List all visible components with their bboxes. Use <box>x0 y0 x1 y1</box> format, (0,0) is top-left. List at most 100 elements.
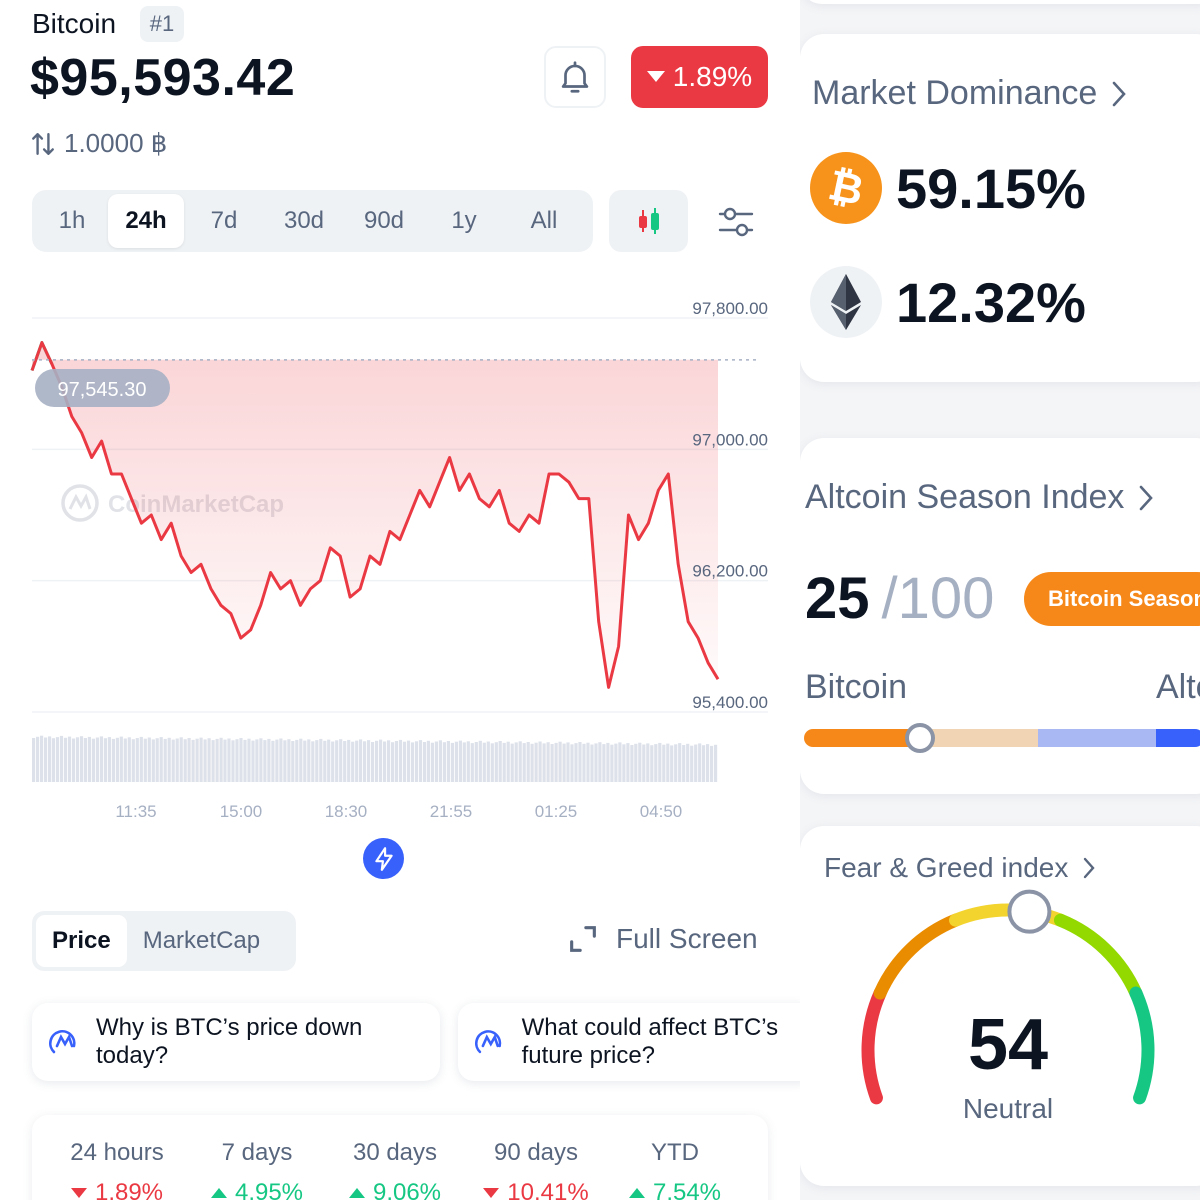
volume-bar <box>694 744 698 782</box>
eth-dominance-value: 12.32% <box>896 270 1086 334</box>
volume-bar <box>710 745 714 782</box>
volume-bar <box>143 738 147 782</box>
tab-marketcap[interactable]: MarketCap <box>127 915 276 967</box>
fear-greed-value: 54 <box>967 1005 1049 1085</box>
volume-bar <box>239 738 243 782</box>
volume-bar <box>99 736 103 782</box>
volume-bar <box>662 744 666 782</box>
full-screen-button[interactable]: Full Screen <box>566 922 758 956</box>
ai-question-text: What could affect BTC’s future price? <box>521 1014 779 1069</box>
volume-bar <box>522 743 526 782</box>
volume-bar <box>255 739 259 782</box>
volume-bar <box>650 745 654 782</box>
volume-bar <box>574 743 578 782</box>
conversion-row[interactable]: 1.0000 ฿ <box>30 128 167 159</box>
perf-value: 4.95% <box>234 1179 304 1200</box>
market-dominance-title[interactable]: Market Dominance <box>812 74 1127 113</box>
range-90d[interactable]: 90d <box>344 194 424 248</box>
chevron-right-icon <box>1084 857 1095 879</box>
volume-bar <box>618 742 622 782</box>
bitcoin-icon: ₿ <box>810 152 882 224</box>
volume-bar <box>642 744 646 782</box>
volume-bar <box>91 738 95 782</box>
volume-bar <box>558 741 562 782</box>
market-overview-panel: Market Dominance ₿ 59.15% 12.32% Altcoin… <box>800 0 1200 1200</box>
price-alert-button[interactable] <box>544 46 606 108</box>
volume-bar <box>494 742 498 782</box>
ai-question-card[interactable]: What could affect BTC’s future price? <box>458 1003 800 1081</box>
range-7d[interactable]: 7d <box>184 194 264 248</box>
candlestick-icon <box>638 208 659 234</box>
volume-bar <box>79 736 84 782</box>
altcoin-season-title[interactable]: Altcoin Season Index <box>805 478 1154 517</box>
volume-bar <box>446 741 450 782</box>
range-1y[interactable]: 1y <box>424 194 504 248</box>
volume-bar <box>598 742 602 782</box>
volume-bar <box>187 738 191 782</box>
volume-bar <box>271 740 275 782</box>
volume-bar <box>698 743 702 782</box>
chart-view-tabs: Price MarketCap <box>32 911 296 971</box>
x-tick-label: 15:00 <box>220 802 263 821</box>
x-tick-label: 04:50 <box>640 802 683 821</box>
candlestick-toggle-button[interactable] <box>609 190 688 252</box>
volume-bar <box>426 740 430 782</box>
volume-bar <box>303 740 307 782</box>
range-1h[interactable]: 1h <box>36 194 108 248</box>
tab-price[interactable]: Price <box>36 915 127 967</box>
volume-bar <box>55 737 60 782</box>
volume-bar <box>175 738 179 782</box>
volume-bar <box>387 740 391 782</box>
quick-action-button[interactable] <box>363 838 404 879</box>
volume-bar <box>478 740 482 782</box>
chart-settings-button[interactable] <box>712 198 760 246</box>
volume-bar <box>311 741 315 782</box>
volume-bar <box>430 742 434 782</box>
expand-icon <box>570 926 596 952</box>
volume-bar <box>410 742 415 782</box>
volume-bar <box>259 738 263 782</box>
volume-bar <box>287 739 291 782</box>
volume-bar <box>498 741 502 782</box>
volume-bar <box>343 741 347 782</box>
volume-bar <box>371 742 375 782</box>
volume-bar <box>279 738 283 782</box>
volume-bar <box>283 740 287 782</box>
volume-bar <box>275 739 279 782</box>
season-scale-neutral-btc <box>922 729 1038 747</box>
price-change-badge[interactable]: 1.89% <box>631 46 768 108</box>
coin-price: $95,593.42 <box>30 49 296 107</box>
market-dominance-card[interactable]: Market Dominance ₿ 59.15% 12.32% <box>800 34 1200 382</box>
volume-bar <box>147 737 151 782</box>
fear-greed-classification: Neutral <box>962 1093 1054 1124</box>
x-tick-label: 18:30 <box>325 802 368 821</box>
volume-bar <box>191 739 195 782</box>
volume-bar <box>40 735 44 782</box>
volume-bar <box>251 740 255 782</box>
volume-bar <box>131 739 135 782</box>
range-all[interactable]: All <box>504 194 584 248</box>
range-30d[interactable]: 30d <box>264 194 344 248</box>
ai-question-card[interactable]: Why is BTC’s price down today? <box>32 1003 440 1081</box>
volume-bar <box>383 741 387 782</box>
volume-bar <box>75 737 80 782</box>
volume-bar <box>450 742 454 782</box>
volume-bar <box>510 743 514 782</box>
range-24h[interactable]: 24h <box>108 194 184 248</box>
y-tick-label: 96,200.00 <box>692 562 768 581</box>
perf-value: 9.06% <box>372 1179 442 1200</box>
price-chart[interactable]: CoinMarketCap 97,545.30 97,800.0097,000.… <box>0 290 800 850</box>
volume-bar <box>87 736 91 782</box>
volume-bar <box>490 743 494 782</box>
volume-bar <box>139 736 143 782</box>
volume-bar <box>606 742 610 782</box>
volume-bar <box>422 742 427 782</box>
conversion-value: 1.0000 ฿ <box>64 128 168 158</box>
volume-bar <box>63 737 68 782</box>
volume-bar <box>319 738 323 782</box>
perf-value-row: 4.95% <box>202 1179 312 1200</box>
season-right-label: Altcoin <box>1156 668 1200 706</box>
perf-value: 10.41% <box>507 1179 589 1200</box>
perf-label: 90 days <box>493 1139 579 1166</box>
perf-value-row: 1.89% <box>62 1179 172 1200</box>
